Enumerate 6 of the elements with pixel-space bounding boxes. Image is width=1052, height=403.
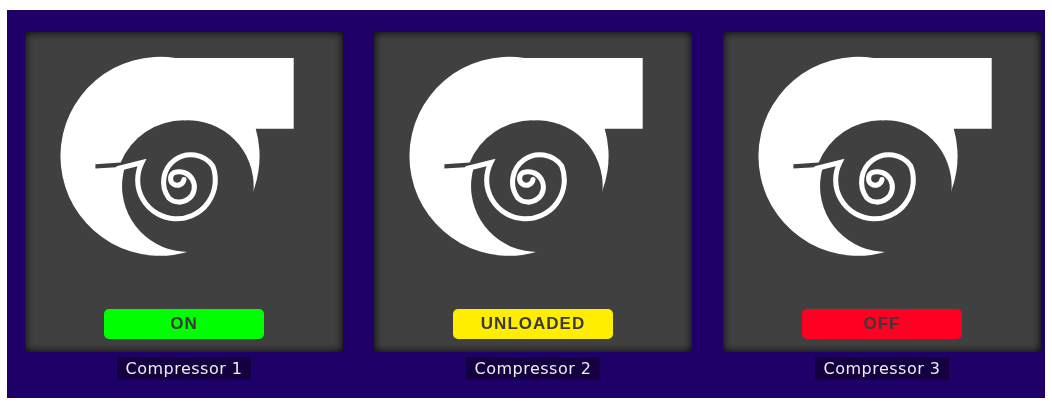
status-badge: OFF <box>802 309 962 339</box>
status-badge: UNLOADED <box>453 309 613 339</box>
compressor-label: Compressor 1 <box>117 357 251 380</box>
compressor-label: Compressor 2 <box>466 357 600 380</box>
compressor-label: Compressor 3 <box>815 357 949 380</box>
status-badge: ON <box>104 309 264 339</box>
